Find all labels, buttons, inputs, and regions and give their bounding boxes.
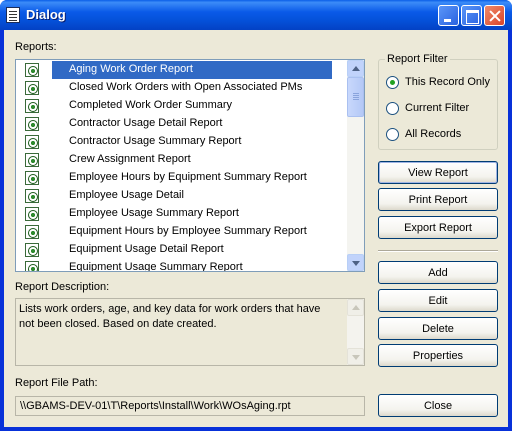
add-button[interactable]: Add [378,261,498,284]
report-filter-title: Report Filter [385,53,450,65]
report-item-label: Aging Work Order Report [69,63,193,75]
report-list-item[interactable]: Employee Usage Detail [16,187,332,205]
description-scrollbar [347,299,364,365]
radio-label: All Records [405,128,462,140]
report-list-item[interactable]: Equipment Usage Detail Report [16,241,332,259]
radio-button[interactable] [386,128,399,141]
report-list-item[interactable]: Employee Hours by Equipment Summary Repo… [16,169,332,187]
report-item-label: Equipment Usage Summary Report [69,261,243,272]
dialog-client: Reports: Aging Work Order Report Closed W… [4,30,508,427]
delete-button[interactable]: Delete [378,317,498,340]
dialog-window: Dialog Reports: Aging Work Order Report C… [0,0,512,431]
desc-scroll-up-button [347,299,364,316]
report-item-label: Employee Usage Summary Report [69,207,239,219]
minimize-button[interactable] [438,5,459,26]
report-list-item[interactable]: Equipment Hours by Employee Summary Repo… [16,223,332,241]
report-list-item[interactable]: Completed Work Order Summary [16,97,332,115]
edit-button[interactable]: Edit [378,289,498,312]
reports-scrollbar[interactable] [347,60,364,271]
scroll-down-button[interactable] [347,254,364,271]
report-icon [25,153,39,167]
report-item-label: Contractor Usage Summary Report [69,135,242,147]
report-icon [25,81,39,95]
report-filter-group: Report Filter This Record Only Current F… [378,53,498,150]
report-icon [25,99,39,113]
file-path-field: \\GBAMS-DEV-01\T\Reports\Install\Work\WO… [15,396,365,416]
report-list-item[interactable]: Equipment Usage Summary Report [16,259,332,272]
report-item-label: Contractor Usage Detail Report [69,117,223,129]
file-path-value: \\GBAMS-DEV-01\T\Reports\Install\Work\WO… [20,400,291,412]
maximize-button[interactable] [461,5,482,26]
report-item-label: Closed Work Orders with Open Associated … [69,81,303,93]
reports-listbox[interactable]: Aging Work Order Report Closed Work Order… [15,59,365,272]
description-label: Report Description: [15,281,110,293]
close-window-button[interactable] [484,5,505,26]
button-separator [378,250,498,252]
radio-button[interactable] [386,102,399,115]
report-icon [25,63,39,77]
report-description-text: Lists work orders, age, and key data for… [19,303,321,330]
report-icon [25,117,39,131]
document-icon [6,7,20,23]
window-title: Dialog [26,7,66,22]
print-report-button[interactable]: Print Report [378,188,498,211]
report-icon [25,207,39,221]
report-item-label: Employee Usage Detail [69,189,184,201]
radio-button[interactable] [386,76,399,89]
report-icon [25,243,39,257]
report-list-item[interactable]: Contractor Usage Detail Report [16,115,332,133]
radio-label: Current Filter [405,102,470,114]
report-item-label: Employee Hours by Equipment Summary Repo… [69,171,307,183]
desc-scroll-down-button [347,348,364,365]
report-list-item[interactable]: Contractor Usage Summary Report [16,133,332,151]
report-item-label: Equipment Hours by Employee Summary Repo… [69,225,307,237]
title-bar[interactable]: Dialog [0,0,512,30]
report-item-label: Equipment Usage Detail Report [69,243,224,255]
report-description-box: Lists work orders, age, and key data for… [15,298,365,366]
report-item-label: Crew Assignment Report [69,153,191,165]
report-icon [25,261,39,271]
radio-label: This Record Only [405,76,490,88]
scroll-thumb[interactable] [347,77,364,117]
reports-label: Reports: [15,41,57,53]
file-path-label: Report File Path: [15,377,98,389]
report-icon [25,189,39,203]
report-item-label: Completed Work Order Summary [69,99,233,111]
report-list-item[interactable]: Aging Work Order Report [16,61,332,79]
properties-button[interactable]: Properties [378,344,498,367]
scroll-up-button[interactable] [347,60,364,77]
report-list-item[interactable]: Crew Assignment Report [16,151,332,169]
view-report-button[interactable]: View Report [378,161,498,184]
report-icon [25,225,39,239]
report-icon [25,171,39,185]
report-list-item[interactable]: Employee Usage Summary Report [16,205,332,223]
close-button[interactable]: Close [378,394,498,417]
report-list-item[interactable]: Closed Work Orders with Open Associated … [16,79,332,97]
export-report-button[interactable]: Export Report [378,216,498,239]
report-icon [25,135,39,149]
